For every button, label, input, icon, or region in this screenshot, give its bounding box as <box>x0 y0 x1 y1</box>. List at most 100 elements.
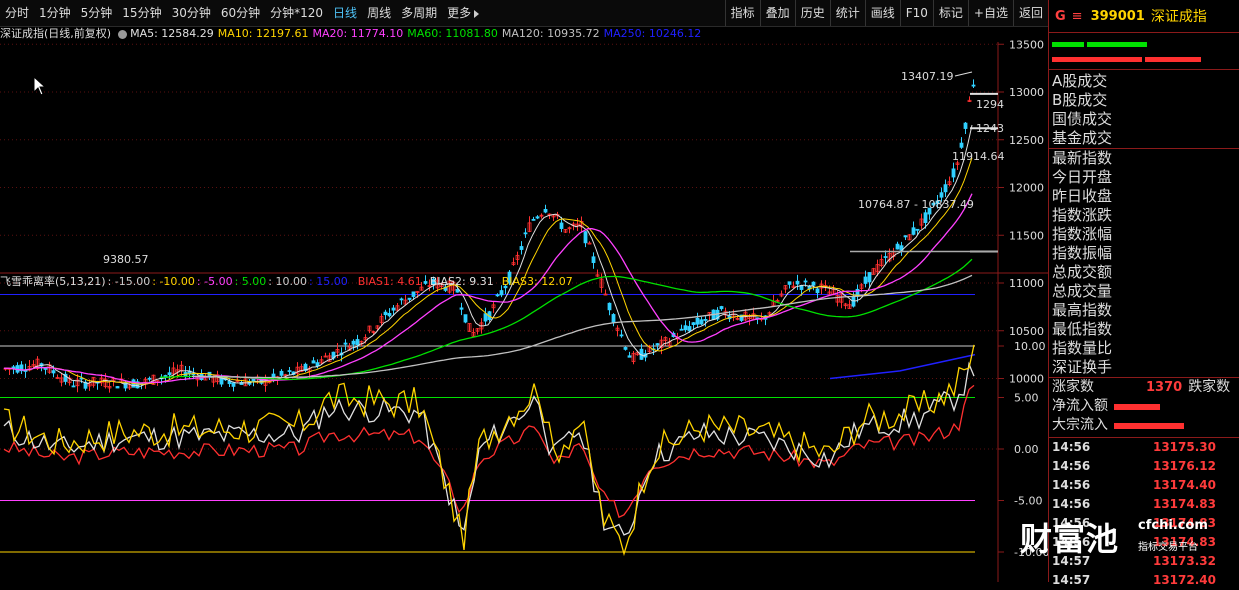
strength-bars <box>1049 33 1239 70</box>
level-legend-item: : 15.00 <box>309 275 348 288</box>
candle-body <box>387 312 392 317</box>
candle-body <box>311 360 316 364</box>
candle-body <box>607 302 612 311</box>
candle-body <box>627 355 632 358</box>
app-window: 分时 1分钟 5分钟 15分钟 30分钟 60分钟 分钟*120 日线 周线 多… <box>0 0 1239 587</box>
group-badge[interactable]: G <box>1055 9 1066 24</box>
quote-field-label: 指数振幅 <box>1052 244 1113 262</box>
tick-time: 14:57 <box>1052 573 1091 587</box>
candle-body <box>483 313 488 322</box>
bias-legend-item: BIAS3: 12.07 <box>501 275 573 288</box>
candle-body <box>971 84 976 87</box>
candle-body <box>655 343 660 346</box>
candle-body <box>591 256 596 264</box>
symbol-name: 深证成指 <box>1150 9 1207 25</box>
price-annotation: 1243 <box>976 122 1004 135</box>
candle-body <box>943 184 948 193</box>
quote-field-label: 昨日收盘 <box>1052 187 1113 205</box>
red-bar-1 <box>1052 57 1142 62</box>
quote-field-label: 指数涨跌 <box>1052 206 1113 224</box>
price-axis-label: 10000 <box>1009 373 1044 386</box>
candle-body <box>883 256 888 258</box>
quote-field-label: 今日开盘 <box>1052 168 1113 186</box>
candle-body <box>523 232 528 235</box>
fund-flows: 净流入额 大宗流入 <box>1049 397 1239 435</box>
candle-body <box>699 319 704 325</box>
candle-body <box>719 306 724 310</box>
candle-body <box>619 334 624 337</box>
candle-body <box>43 368 48 370</box>
candle-body <box>231 382 236 387</box>
ma10-line <box>4 157 973 385</box>
candle-body <box>703 319 708 321</box>
candle-body <box>923 212 928 223</box>
price-annotation: 9380.57 <box>103 253 149 266</box>
quote-header: G ≡ 399001 深证成指 <box>1049 0 1239 33</box>
candle-body <box>611 314 616 323</box>
candle-body <box>519 246 524 250</box>
candle-body <box>951 168 956 178</box>
candle-body <box>903 235 908 238</box>
candle-body <box>543 208 548 213</box>
level-legend-item: : -5.00 <box>196 275 233 288</box>
candle-body <box>679 328 684 331</box>
level-legend-item: : -15.00 <box>107 275 151 288</box>
quote-field-label: 深证换手 <box>1052 358 1113 376</box>
ma-legend-item: MA20: 11774.10 <box>312 27 404 40</box>
menu-icon[interactable]: ≡ <box>1072 9 1083 24</box>
candle-body <box>463 314 468 323</box>
chart-title: 深证成指(日线,前复权) <box>0 27 112 40</box>
quote-field-label: 总成交量 <box>1052 282 1113 300</box>
candle-body <box>687 326 692 332</box>
tick-price: 13174.83 <box>1152 497 1216 511</box>
price-annotation: 10764.87 - 10837.49 <box>858 198 974 211</box>
tick-price: 13176.12 <box>1152 459 1216 473</box>
level-legend-item: : 5.00 <box>234 275 267 288</box>
candle-body <box>71 385 76 388</box>
candle-body <box>691 322 696 326</box>
candle-body <box>51 370 56 374</box>
price-annotation: 11914.64 <box>952 150 1005 163</box>
annotation-leader <box>954 71 973 77</box>
settings-circle-icon[interactable] <box>118 29 128 39</box>
kline-chart[interactable]: 13500 13000 12500 12000 11500 11000 10500 10000… <box>0 0 1048 582</box>
candle-body <box>351 340 356 345</box>
tick-time: 14:56 <box>1052 459 1091 473</box>
quote-field-label: 指数涨幅 <box>1052 225 1113 243</box>
quote-field-label: B股成交 <box>1052 91 1108 109</box>
indicator-name[interactable]: 飞雪乖离率(5,13,21) <box>0 275 106 288</box>
candle-body <box>851 296 856 307</box>
candle-body <box>459 307 464 310</box>
candle-body <box>583 231 588 244</box>
indicator-axis-label: -5.00 <box>1014 495 1042 508</box>
candle-body <box>895 243 900 250</box>
watermark: 财富池 cfchi.com 指标交易平台 <box>1020 514 1220 564</box>
indicator-axis-label: 0.00 <box>1014 443 1039 456</box>
tick-row: 14:57 13172.40 <box>1049 571 1239 590</box>
net-inflow-row: 净流入额 <box>1049 397 1239 416</box>
quote-field-label: 国债成交 <box>1052 110 1113 128</box>
bias1-line <box>3 384 975 519</box>
block-inflow-label: 大宗流入 <box>1052 417 1108 433</box>
candle-body <box>963 122 968 129</box>
indicator-axis-label: 5.00 <box>1014 392 1039 405</box>
ma-legend-item: MA10: 12197.61 <box>217 27 309 40</box>
quote-field-label: 最低指数 <box>1052 320 1113 338</box>
level-legend-item: : -10.00 <box>152 275 195 288</box>
quote-panel: G ≡ 399001 深证成指 A股成交 B股成交 国债成交 基金成交 最新指数 今日开… <box>1048 0 1239 587</box>
ma250-line <box>829 353 976 380</box>
block-inflow-row: 大宗流入 <box>1049 416 1239 435</box>
mouse-cursor-icon <box>33 75 47 100</box>
candle-body <box>911 227 916 235</box>
candle-body <box>559 222 564 229</box>
ma-legend-item: MA120: 10935.72 <box>501 27 600 40</box>
tick-row: 14:56 13175.30 <box>1049 438 1239 457</box>
tick-time: 14:56 <box>1052 478 1091 492</box>
tick-price: 13174.40 <box>1152 478 1216 492</box>
watermark-site: cfchi.com <box>1138 518 1208 533</box>
candle-body <box>399 298 404 301</box>
candle-body <box>535 216 540 219</box>
candle-body <box>163 375 168 378</box>
net-inflow-label: 净流入额 <box>1052 398 1108 414</box>
ma5-line <box>4 124 973 387</box>
